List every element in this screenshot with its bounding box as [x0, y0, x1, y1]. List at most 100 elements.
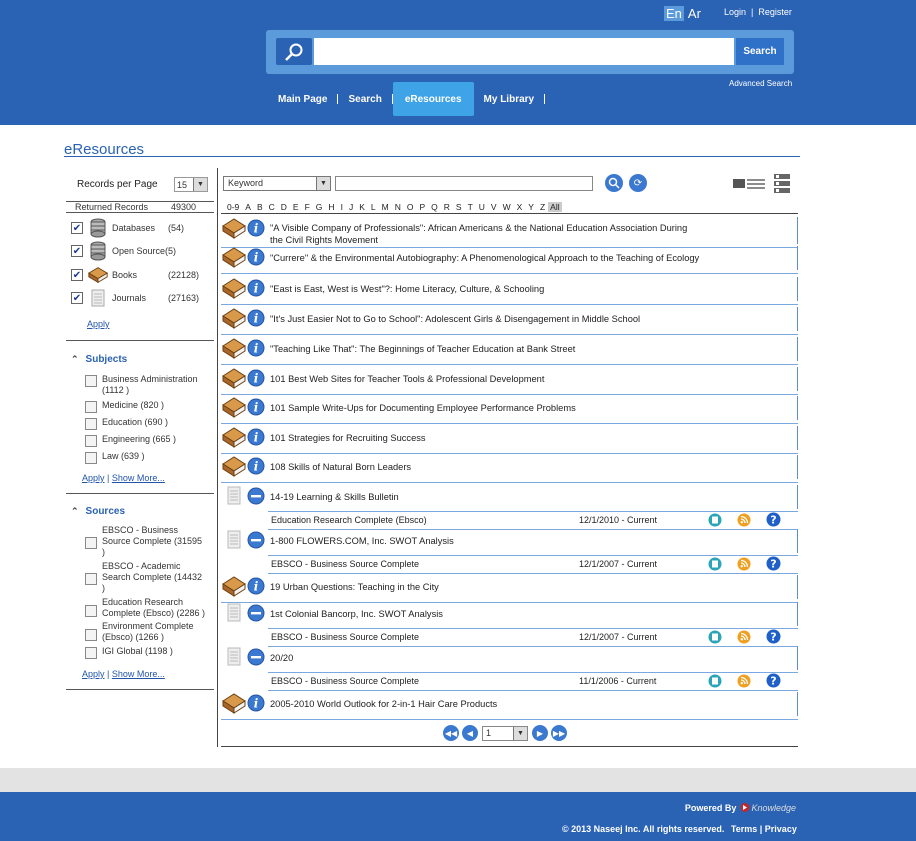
checkbox[interactable]	[85, 537, 97, 549]
result-row[interactable]: i "East is East, West is West"?: Home Lit…	[221, 277, 798, 305]
nav-my-library[interactable]: My Library	[474, 82, 545, 116]
alpha-letter[interactable]: K	[356, 202, 368, 212]
rss-icon[interactable]	[737, 630, 751, 647]
alpha-letter[interactable]: U	[476, 202, 488, 212]
result-title[interactable]: 108 Skills of Natural Born Leaders	[270, 461, 411, 473]
help-icon[interactable]: ?	[766, 556, 781, 574]
help-icon[interactable]: ?	[766, 673, 781, 691]
alpha-letter[interactable]: R	[441, 202, 453, 212]
result-row[interactable]: i 19 Urban Questions: Teaching in the Cit…	[221, 575, 798, 603]
subject-item[interactable]: Education (690 )	[85, 417, 168, 430]
result-row[interactable]: i "Teaching Like That": The Beginnings of…	[221, 337, 798, 365]
subject-item[interactable]: Business Administration (1112 )	[85, 374, 198, 396]
page-select[interactable]: 1 ▼	[482, 725, 528, 741]
source-item[interactable]: IGI Global (1198 )	[85, 646, 173, 659]
checkbox-checked[interactable]: ✔	[71, 222, 83, 234]
first-page-icon[interactable]: ◀◀	[443, 725, 459, 741]
type-open-source[interactable]: ✔ Open Source (5)	[71, 241, 176, 261]
collapse-details-icon[interactable]	[247, 487, 265, 505]
info-icon[interactable]: i	[247, 369, 265, 387]
details-icon[interactable]	[708, 557, 722, 574]
type-books[interactable]: ✔ Books (22128)	[71, 265, 199, 285]
alpha-letter[interactable]: O	[404, 202, 417, 212]
lang-ar-link[interactable]: Ar	[688, 6, 701, 21]
apply-sources-link[interactable]: Apply	[82, 669, 105, 679]
result-row[interactable]: 20/20	[221, 646, 798, 670]
nav-eresources[interactable]: eResources	[392, 82, 474, 116]
refresh-icon[interactable]: ⟳	[629, 174, 647, 192]
source-item[interactable]: EBSCO - Academic Search Complete (14432)	[85, 561, 202, 594]
alpha-letter[interactable]: H	[325, 202, 337, 212]
result-title[interactable]: 2005-2010 World Outlook for 2-in-1 Hair …	[270, 698, 497, 710]
alpha-letter[interactable]: I	[338, 202, 346, 212]
result-row[interactable]: i 101 Strategies for Recruiting Success	[221, 426, 798, 454]
terms-link[interactable]: Terms	[731, 824, 757, 834]
privacy-link[interactable]: Privacy	[765, 824, 797, 834]
nav-main-page[interactable]: Main Page	[268, 82, 337, 116]
alpha-letter[interactable]: All	[548, 202, 562, 212]
alpha-letter[interactable]: V	[488, 202, 500, 212]
show-more-subjects-link[interactable]: Show More...	[112, 473, 165, 483]
login-link[interactable]: Login	[724, 7, 746, 17]
details-icon[interactable]	[708, 630, 722, 647]
result-title[interactable]: "It's Just Easier Not to Go to School": …	[270, 313, 640, 325]
info-icon[interactable]: i	[247, 309, 265, 327]
result-title[interactable]: "Currere" & the Environmental Autobiogra…	[270, 252, 699, 264]
collapse-icon[interactable]: ⌃	[71, 506, 79, 517]
alpha-letter[interactable]: T	[465, 202, 476, 212]
checkbox[interactable]	[85, 418, 97, 430]
details-icon[interactable]	[708, 674, 722, 691]
alpha-letter[interactable]: D	[278, 202, 290, 212]
alpha-letter[interactable]: X	[514, 202, 526, 212]
info-icon[interactable]: i	[247, 428, 265, 446]
result-row[interactable]: i "It's Just Easier Not to Go to School":…	[221, 307, 798, 335]
rss-icon[interactable]	[737, 513, 751, 530]
alpha-letter[interactable]: Y	[525, 202, 537, 212]
result-row[interactable]: i "Currere" & the Environmental Autobiogr…	[221, 246, 798, 274]
search-button[interactable]: Search	[736, 38, 784, 65]
apply-subjects-link[interactable]: Apply	[82, 473, 105, 483]
collapse-details-icon[interactable]	[247, 604, 265, 622]
lang-en-link[interactable]: En	[664, 6, 684, 21]
source-item[interactable]: EBSCO - Business Source Complete (31595)	[85, 525, 202, 558]
alpha-letter[interactable]: 0-9	[224, 202, 242, 212]
subject-item[interactable]: Law (639 )	[85, 451, 145, 464]
checkbox[interactable]	[85, 647, 97, 659]
result-row[interactable]: i 108 Skills of Natural Born Leaders	[221, 455, 798, 483]
collapse-icon[interactable]: ⌃	[71, 354, 79, 365]
result-title[interactable]: 1-800 FLOWERS.COM, Inc. SWOT Analysis	[270, 535, 454, 547]
detail-view-icon[interactable]	[774, 174, 790, 197]
last-page-icon[interactable]: ▶▶	[551, 725, 567, 741]
alpha-letter[interactable]: J	[346, 202, 356, 212]
info-icon[interactable]: i	[247, 248, 265, 266]
info-icon[interactable]: i	[247, 577, 265, 595]
info-icon[interactable]: i	[247, 219, 265, 237]
source-item[interactable]: Environment Complete (Ebsco) (1266 )	[85, 621, 194, 643]
alpha-letter[interactable]: E	[290, 202, 302, 212]
checkbox-checked[interactable]: ✔	[71, 269, 83, 281]
next-page-icon[interactable]: ▶	[532, 725, 548, 741]
help-icon[interactable]: ?	[766, 629, 781, 647]
sources-header[interactable]: ⌃ Sources	[71, 506, 125, 517]
subject-item[interactable]: Engineering (665 )	[85, 434, 176, 447]
result-title[interactable]: "Teaching Like That": The Beginnings of …	[270, 343, 575, 355]
alpha-letter[interactable]: Q	[428, 202, 441, 212]
result-title[interactable]: 20/20	[270, 652, 293, 664]
records-per-page-select[interactable]: 15 ▼	[174, 177, 208, 192]
result-row[interactable]: 1-800 FLOWERS.COM, Inc. SWOT Analysis	[221, 529, 798, 553]
alpha-letter[interactable]: A	[242, 202, 254, 212]
result-title[interactable]: 14-19 Learning & Skills Bulletin	[270, 491, 399, 503]
checkbox[interactable]	[85, 629, 97, 641]
result-title[interactable]: "East is East, West is West"?: Home Lite…	[270, 283, 544, 295]
result-row[interactable]: 1st Colonial Bancorp, Inc. SWOT Analysis	[221, 602, 798, 626]
alpha-letter[interactable]: N	[392, 202, 404, 212]
result-row[interactable]: i 101 Sample Write-Ups for Documenting Em…	[221, 396, 798, 424]
register-link[interactable]: Register	[758, 7, 792, 17]
checkbox[interactable]	[85, 573, 97, 585]
result-row[interactable]: i 101 Best Web Sites for Teacher Tools & …	[221, 367, 798, 395]
checkbox[interactable]	[85, 452, 97, 464]
checkbox-checked[interactable]: ✔	[71, 292, 83, 304]
list-view-icon[interactable]	[733, 178, 765, 193]
collapse-details-icon[interactable]	[247, 648, 265, 666]
result-row[interactable]: i 2005-2010 World Outlook for 2-in-1 Hair…	[221, 692, 798, 720]
